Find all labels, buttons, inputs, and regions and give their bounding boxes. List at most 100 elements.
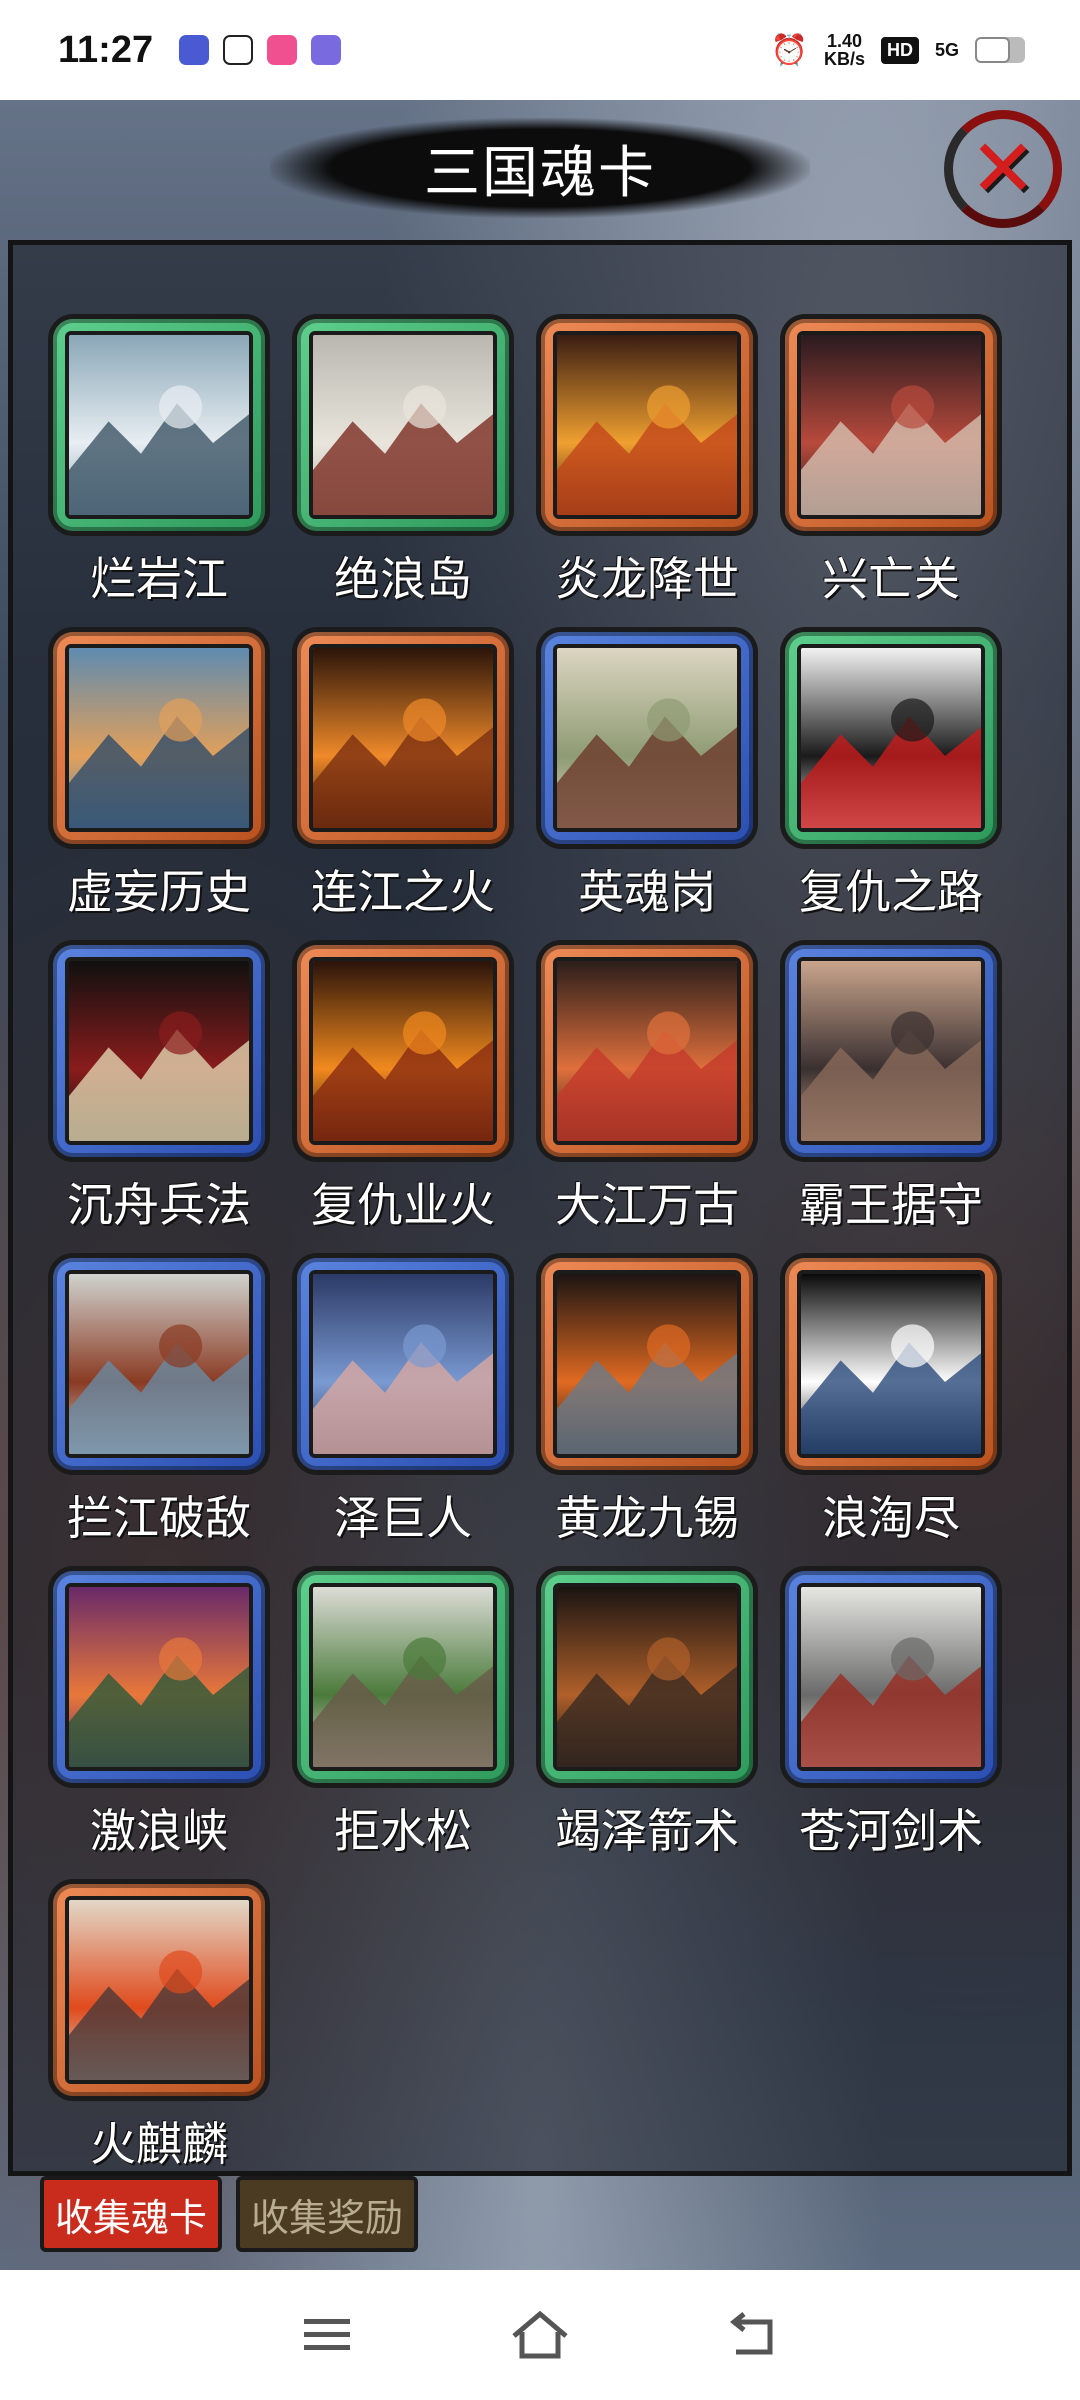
- soul-card[interactable]: 兴亡关: [769, 319, 1013, 632]
- card-frame: [53, 945, 265, 1157]
- soul-card[interactable]: 沉舟兵法: [37, 945, 281, 1258]
- card-artwork: [65, 1896, 253, 2084]
- card-frame: [53, 632, 265, 844]
- card-frame: [785, 632, 997, 844]
- soul-card[interactable]: 激浪峡: [37, 1571, 281, 1884]
- card-frame: [53, 1571, 265, 1783]
- battery-level: [975, 37, 1010, 63]
- card-artwork: [553, 1270, 741, 1458]
- notification-icons: [179, 35, 342, 65]
- navigation-bar: [0, 2270, 1080, 2400]
- card-name: 兴亡关: [822, 552, 960, 606]
- card-frame: [297, 1258, 509, 1470]
- close-icon: ✕: [969, 122, 1037, 215]
- signal-icon: 5G: [934, 39, 959, 60]
- card-artwork: [797, 1270, 985, 1458]
- card-artwork: [797, 644, 985, 832]
- app-notification-icon: [179, 35, 210, 65]
- card-frame: [297, 319, 509, 531]
- card-name: 激浪峡: [90, 1804, 228, 1858]
- back-icon: [730, 2312, 773, 2355]
- card-frame: [541, 1258, 753, 1470]
- card-frame: [297, 1571, 509, 1783]
- close-button[interactable]: ✕: [938, 104, 1068, 234]
- card-artwork: [309, 644, 497, 832]
- net-speed-value: 1.40: [826, 31, 862, 51]
- soul-card[interactable]: 苍河剑术: [769, 1571, 1013, 1884]
- card-name: 复仇之路: [799, 865, 983, 919]
- card-artwork: [65, 331, 253, 519]
- card-artwork: [797, 1583, 985, 1771]
- card-name: 竭泽箭术: [555, 1804, 739, 1858]
- card-artwork: [553, 331, 741, 519]
- card-frame: [541, 319, 753, 531]
- soul-card[interactable]: 复仇业火: [281, 945, 525, 1258]
- card-name: 浪淘尽: [822, 1491, 960, 1545]
- card-artwork: [65, 1270, 253, 1458]
- card-artwork: [309, 957, 497, 1145]
- soul-card[interactable]: 复仇之路: [769, 632, 1013, 945]
- card-artwork: [309, 331, 497, 519]
- card-name: 黄龙九锡: [555, 1491, 739, 1545]
- close-ring: ✕: [944, 110, 1062, 228]
- card-frame: [297, 945, 509, 1157]
- card-name: 英魂岗: [578, 865, 716, 919]
- net-speed-unit: KB/s: [823, 49, 865, 69]
- app-notification-icon: [223, 35, 254, 65]
- menu-button[interactable]: [292, 2300, 362, 2370]
- card-name: 霸王据守: [799, 1178, 983, 1232]
- status-bar: 11:27 ⏰ 1.40 KB/s HD 5G: [0, 0, 1080, 100]
- page-title: 三国魂卡: [424, 140, 656, 206]
- soul-card[interactable]: 泽巨人: [281, 1258, 525, 1571]
- card-artwork: [553, 644, 741, 832]
- soul-card[interactable]: 竭泽箭术: [525, 1571, 769, 1884]
- soul-card[interactable]: 炎龙降世: [525, 319, 769, 632]
- card-artwork: [65, 957, 253, 1145]
- card-name: 火麒麟: [90, 2117, 228, 2171]
- card-artwork: [553, 957, 741, 1145]
- home-button[interactable]: [505, 2300, 575, 2370]
- card-name: 拒水松: [334, 1804, 472, 1858]
- soul-card[interactable]: 英魂岗: [525, 632, 769, 945]
- card-frame: [785, 319, 997, 531]
- soul-card[interactable]: 拒水松: [281, 1571, 525, 1884]
- card-collection-panel: 烂岩江 绝浪岛 炎龙降世 兴亡关虚妄历史 连江之火 英魂岗 复仇之路沉舟兵法 复仇业火 大江万古…: [8, 240, 1072, 2176]
- card-name: 拦江破敌: [67, 1491, 251, 1545]
- soul-card[interactable]: 拦江破敌: [37, 1258, 281, 1571]
- card-name: 连江之火: [311, 865, 495, 919]
- card-frame: [541, 632, 753, 844]
- card-frame: [541, 945, 753, 1157]
- soul-card[interactable]: 黄龙九锡: [525, 1258, 769, 1571]
- soul-card[interactable]: 绝浪岛: [281, 319, 525, 632]
- tab-collect-cards[interactable]: 收集魂卡: [40, 2176, 222, 2252]
- soul-card[interactable]: 烂岩江: [37, 319, 281, 632]
- card-frame: [53, 1258, 265, 1470]
- card-name: 大江万古: [555, 1178, 739, 1232]
- app-notification-icon: [311, 35, 342, 65]
- card-frame: [297, 632, 509, 844]
- soul-card[interactable]: 连江之火: [281, 632, 525, 945]
- card-frame: [53, 319, 265, 531]
- card-frame: [785, 1258, 997, 1470]
- menu-icon: [303, 2319, 350, 2350]
- home-icon: [512, 2310, 568, 2359]
- soul-card[interactable]: 虚妄历史: [37, 632, 281, 945]
- card-frame: [53, 1884, 265, 2096]
- alarm-icon: ⏰: [770, 33, 808, 67]
- tab-collect-rewards[interactable]: 收集奖励: [236, 2176, 418, 2252]
- soul-card[interactable]: 火麒麟: [37, 1884, 281, 2197]
- card-artwork: [797, 331, 985, 519]
- card-name: 苍河剑术: [799, 1804, 983, 1858]
- card-grid: 烂岩江 绝浪岛 炎龙降世 兴亡关虚妄历史 连江之火 英魂岗 复仇之路沉舟兵法 复仇业火 大江万古…: [37, 319, 1013, 2197]
- back-button[interactable]: [718, 2300, 788, 2370]
- soul-card[interactable]: 霸王据守: [769, 945, 1013, 1258]
- card-artwork: [65, 644, 253, 832]
- net-speed: 1.40 KB/s: [824, 32, 865, 68]
- card-name: 沉舟兵法: [67, 1178, 251, 1232]
- soul-card[interactable]: 浪淘尽: [769, 1258, 1013, 1571]
- card-artwork: [797, 957, 985, 1145]
- card-name: 烂岩江: [90, 552, 228, 606]
- soul-card[interactable]: 大江万古: [525, 945, 769, 1258]
- card-artwork: [65, 1583, 253, 1771]
- card-artwork: [553, 1583, 741, 1771]
